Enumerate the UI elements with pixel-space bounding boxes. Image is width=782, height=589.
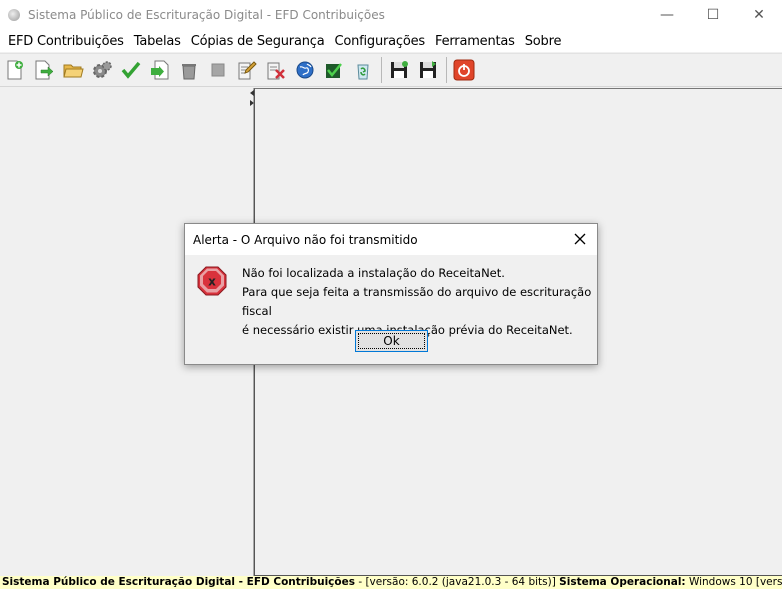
menu-configuracoes[interactable]: Configurações	[329, 34, 430, 49]
dialog-message-line: Para que seja feita a transmissão do arq…	[242, 285, 592, 318]
validate-icon[interactable]	[321, 57, 347, 83]
window-controls: — ☐ ✕	[644, 0, 782, 30]
status-os-value: Windows 10 [versão 10.0]	[688, 576, 782, 588]
toolbar-separator	[446, 57, 447, 83]
ok-button[interactable]: Ok	[355, 330, 428, 352]
menu-tabelas[interactable]: Tabelas	[129, 34, 186, 49]
open-folder-icon[interactable]	[60, 57, 86, 83]
status-os-label: Sistema Operacional:	[559, 576, 686, 588]
menu-bar: EFD Contribuições Tabelas Cópias de Segu…	[0, 30, 782, 52]
menu-ferramentas[interactable]: Ferramentas	[430, 34, 520, 49]
status-version: - [versão: 6.0.2 (java21.0.3 - 64 bits)]	[354, 576, 560, 588]
save-icon[interactable]	[386, 57, 412, 83]
recycle-icon[interactable]	[350, 57, 376, 83]
close-window-button[interactable]: ✕	[736, 0, 782, 30]
app-icon	[8, 9, 20, 21]
dialog-message-line: Não foi localizada a instalação do Recei…	[242, 266, 505, 280]
svg-text:x: x	[208, 275, 216, 289]
menu-efd-contribuicoes[interactable]: EFD Contribuições	[3, 34, 129, 49]
title-bar: Sistema Público de Escrituração Digital …	[0, 0, 782, 30]
globe-icon[interactable]	[292, 57, 318, 83]
menu-copias-seguranca[interactable]: Cópias de Segurança	[186, 34, 330, 49]
close-icon	[574, 233, 586, 245]
maximize-button[interactable]: ☐	[690, 0, 736, 30]
new-file-icon[interactable]	[2, 57, 28, 83]
delete-icon[interactable]	[263, 57, 289, 83]
import-icon[interactable]	[31, 57, 57, 83]
menu-sobre[interactable]: Sobre	[520, 34, 567, 49]
status-bar: Sistema Público de Escrituração Digital …	[0, 576, 782, 589]
trash-icon[interactable]	[176, 57, 202, 83]
dialog-title-bar: Alerta - O Arquivo não foi transmitido	[185, 224, 597, 255]
error-icon: x	[197, 266, 227, 296]
toolbar-separator	[381, 57, 382, 83]
stop-icon[interactable]	[205, 57, 231, 83]
power-icon[interactable]	[451, 57, 477, 83]
dialog-message: Não foi localizada a instalação do Recei…	[242, 264, 597, 340]
edit-icon[interactable]	[234, 57, 260, 83]
alert-dialog: Alerta - O Arquivo não foi transmitido x…	[184, 223, 598, 365]
status-app-label: Sistema Público de Escrituração Digital …	[2, 576, 355, 588]
toolbar	[0, 53, 782, 87]
window-title: Sistema Público de Escrituração Digital …	[28, 8, 385, 22]
minimize-button[interactable]: —	[644, 0, 690, 30]
dialog-close-button[interactable]	[571, 230, 589, 248]
check-icon[interactable]	[118, 57, 144, 83]
save-as-icon[interactable]	[415, 57, 441, 83]
gear-icon[interactable]	[89, 57, 115, 83]
dialog-title: Alerta - O Arquivo não foi transmitido	[193, 232, 418, 247]
transmit-icon[interactable]	[147, 57, 173, 83]
